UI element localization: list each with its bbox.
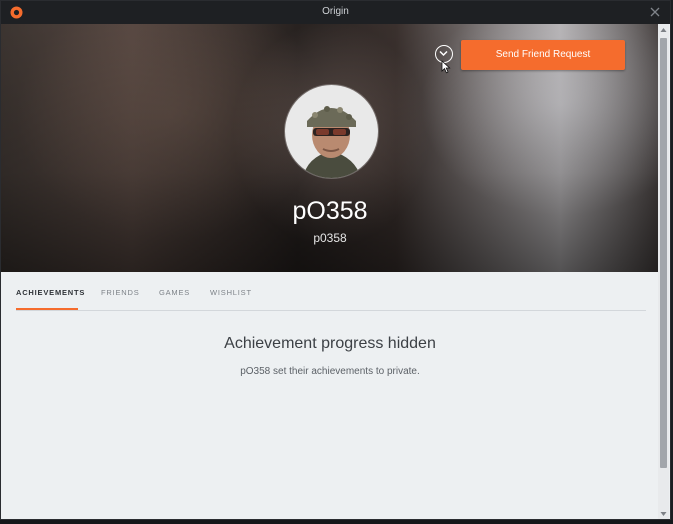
profile-tabs: ACHIEVEMENTS FRIENDS GAMES WISHLIST	[1, 272, 659, 312]
profile-username: p0358	[313, 231, 347, 245]
send-friend-request-button[interactable]: Send Friend Request	[461, 40, 625, 70]
tab-friends[interactable]: FRIENDS	[101, 288, 140, 297]
title-bar[interactable]: Origin	[1, 1, 670, 24]
mouse-pointer-icon	[441, 60, 451, 74]
scrollbar-thumb[interactable]	[660, 38, 667, 468]
scroll-down-icon[interactable]	[660, 511, 667, 517]
tab-achievements[interactable]: ACHIEVEMENTS	[16, 288, 85, 297]
profile-display-name: pO358	[292, 197, 368, 225]
origin-window: Origin Send Friend Request pO358 p0358 A…	[0, 0, 671, 520]
avatar	[285, 85, 378, 178]
window-title: Origin	[322, 6, 349, 17]
avatar-image	[285, 85, 378, 178]
tab-wishlist[interactable]: WISHLIST	[210, 288, 252, 297]
taskbar-strip	[0, 520, 673, 524]
chevron-down-icon	[439, 50, 448, 57]
vertical-scrollbar[interactable]	[658, 24, 669, 519]
tabs-divider	[16, 310, 646, 311]
scroll-up-icon[interactable]	[660, 27, 667, 33]
achievements-hidden-heading: Achievement progress hidden	[224, 335, 436, 352]
tab-games[interactable]: GAMES	[159, 288, 190, 297]
achievements-hidden-message: pO358 set their achievements to private.	[240, 366, 420, 377]
profile-header: Send Friend Request pO358 p0358	[1, 24, 659, 272]
close-icon[interactable]	[648, 5, 662, 19]
